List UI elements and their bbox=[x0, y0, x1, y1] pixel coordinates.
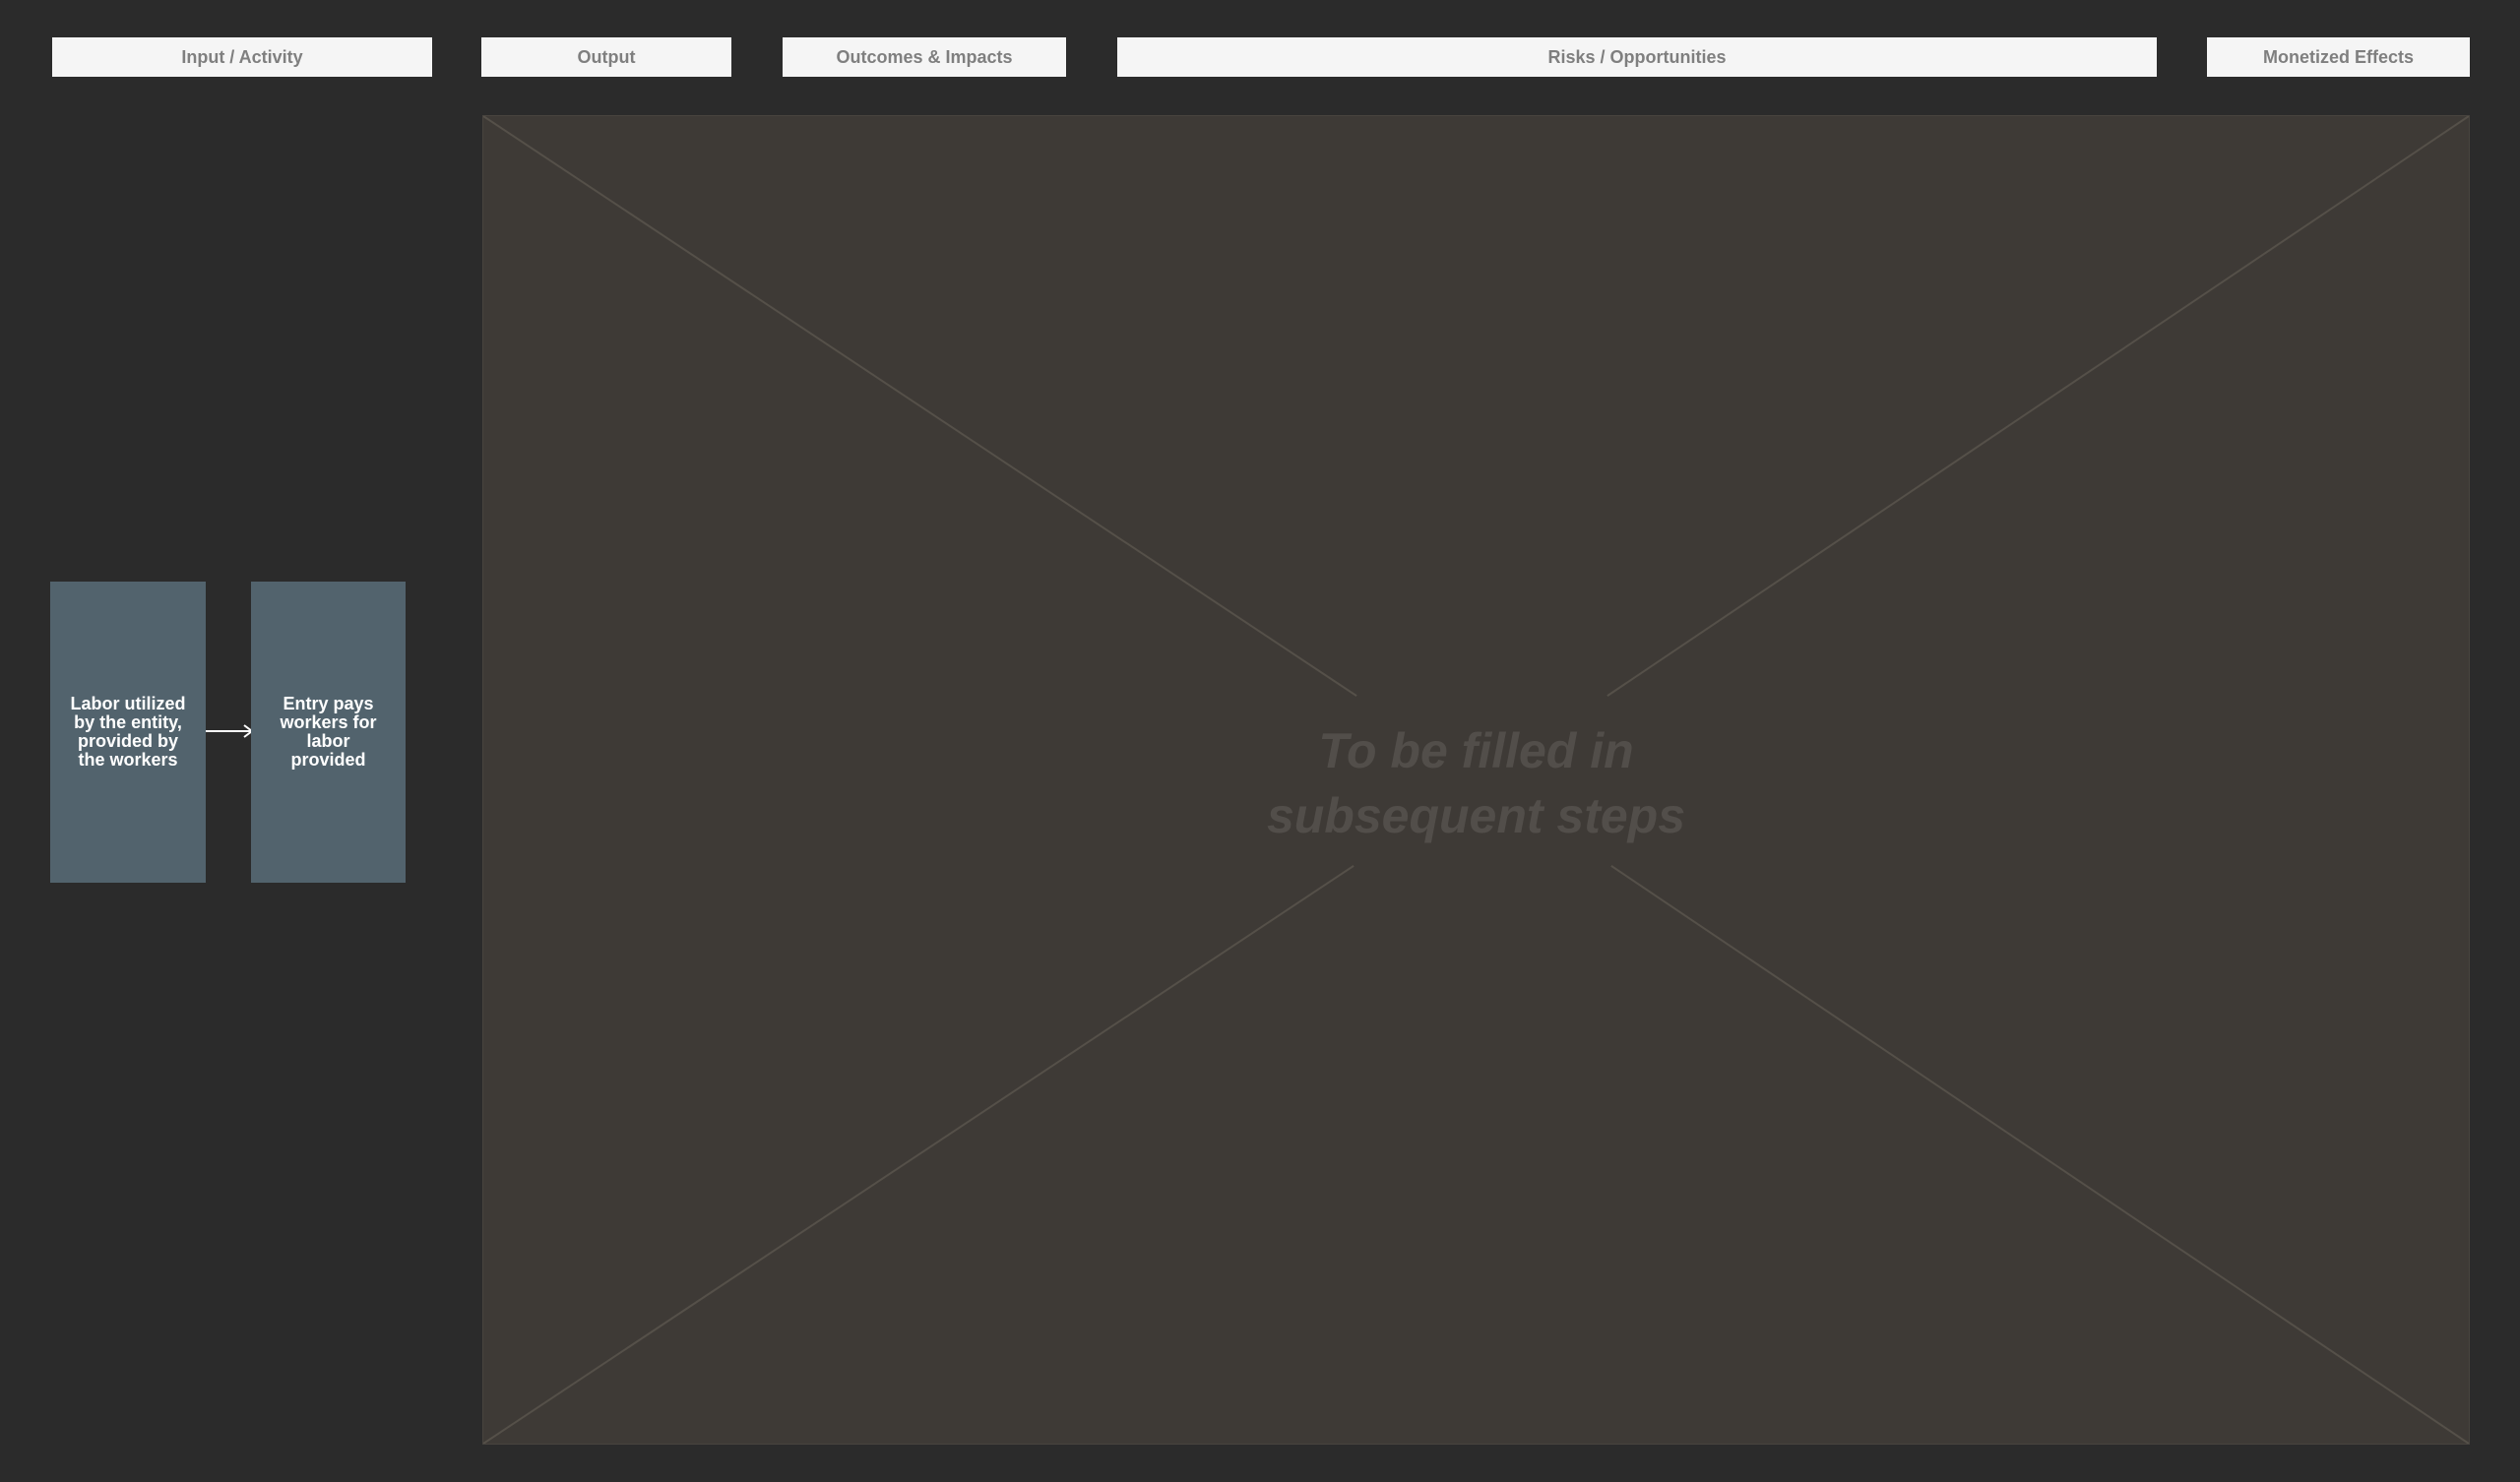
header-output: Output bbox=[481, 37, 731, 77]
header-risks-opportunities: Risks / Opportunities bbox=[1117, 37, 2157, 77]
placeholder-line-2: subsequent steps bbox=[1266, 788, 1686, 843]
node-entry-pays-workers[interactable]: Entry pays workers for labor provided bbox=[251, 582, 406, 883]
header-outcomes-impacts: Outcomes & Impacts bbox=[783, 37, 1066, 77]
node-labor-utilized[interactable]: Labor utilized by the entity, provided b… bbox=[50, 582, 206, 883]
arrow-right-icon bbox=[206, 724, 254, 738]
placeholder-line-1: To be filled in bbox=[1318, 723, 1634, 778]
node-labor-label: Labor utilized by the entity, provided b… bbox=[70, 694, 186, 770]
header-monetized-effects: Monetized Effects bbox=[2207, 37, 2470, 77]
placeholder-area: To be filled in subsequent steps bbox=[482, 115, 2470, 1445]
header-input-activity: Input / Activity bbox=[52, 37, 432, 77]
node-pays-label: Entry pays workers for labor provided bbox=[280, 694, 377, 770]
placeholder-text: To be filled in subsequent steps bbox=[483, 718, 2469, 848]
